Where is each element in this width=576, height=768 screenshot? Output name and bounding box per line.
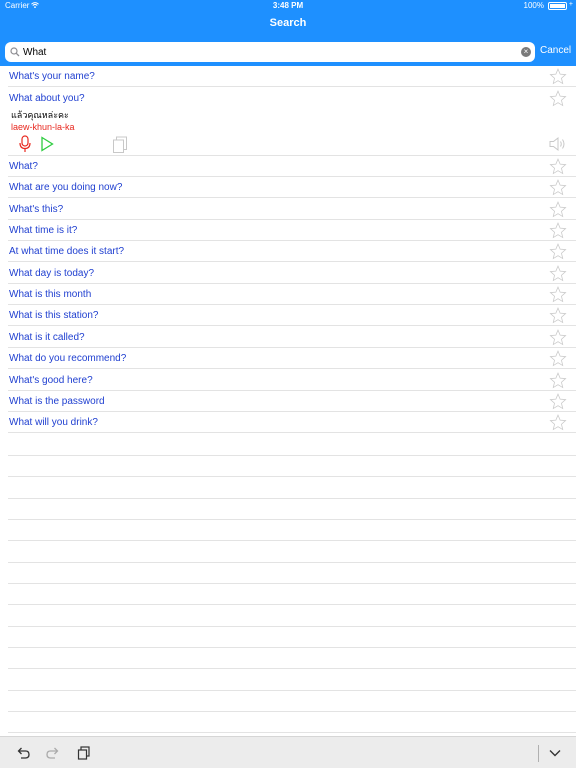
row-separator bbox=[8, 583, 576, 584]
phrase-label: What's good here? bbox=[9, 374, 93, 386]
row-separator bbox=[8, 732, 576, 733]
list-item[interactable]: What is it called? bbox=[0, 327, 576, 348]
phrase-label: At what time does it start? bbox=[9, 246, 125, 258]
undo-icon[interactable] bbox=[15, 745, 31, 761]
romanization: laew-khun-la-ka bbox=[11, 122, 75, 132]
play-icon[interactable] bbox=[40, 136, 54, 152]
row-separator bbox=[8, 604, 576, 605]
list-item[interactable]: What are you doing now? bbox=[0, 177, 576, 199]
favorite-star-icon[interactable] bbox=[549, 68, 567, 85]
favorite-star-icon[interactable] bbox=[549, 264, 567, 282]
list-item[interactable]: What will you drink? bbox=[0, 412, 576, 434]
row-separator bbox=[8, 476, 576, 477]
battery-icon bbox=[548, 2, 567, 10]
favorite-star-icon[interactable] bbox=[549, 179, 567, 196]
list-item[interactable]: What's your name? bbox=[0, 66, 576, 87]
status-time: 3:48 PM bbox=[272, 1, 304, 10]
search-input[interactable] bbox=[23, 44, 513, 60]
list-item[interactable]: What day is today? bbox=[0, 263, 576, 284]
favorite-star-icon[interactable] bbox=[549, 90, 567, 107]
phrase-label: What about you? bbox=[9, 93, 85, 104]
phrase-label: What is the password bbox=[9, 395, 105, 407]
row-separator bbox=[8, 519, 576, 520]
thai-translation: แล้วคุณหล่ะคะ bbox=[11, 110, 69, 120]
list-item[interactable]: What's good here? bbox=[0, 370, 576, 391]
row-separator bbox=[8, 562, 576, 563]
charging-icon: + bbox=[568, 1, 573, 8]
list-item[interactable]: At what time does it start? bbox=[0, 241, 576, 263]
row-separator bbox=[8, 498, 576, 499]
list-item[interactable]: What's this? bbox=[0, 199, 576, 220]
cancel-button[interactable]: Cancel bbox=[540, 45, 571, 56]
row-separator bbox=[8, 455, 576, 456]
list-item[interactable]: What is this month bbox=[0, 284, 576, 306]
phrase-label: What is it called? bbox=[9, 331, 85, 343]
keyboard-toolbar bbox=[0, 736, 576, 768]
toolbar-divider bbox=[538, 745, 539, 762]
list-item[interactable]: What is the password bbox=[0, 391, 576, 412]
phrase-label: What's this? bbox=[9, 203, 64, 215]
search-icon bbox=[10, 47, 20, 57]
paste-icon[interactable] bbox=[76, 745, 92, 761]
row-separator bbox=[8, 647, 576, 648]
battery-percent: 100% bbox=[523, 1, 544, 10]
favorite-star-icon[interactable] bbox=[549, 243, 567, 260]
row-separator bbox=[8, 668, 576, 669]
phrase-label: What time is it? bbox=[9, 225, 78, 237]
phrase-label: What day is today? bbox=[9, 267, 95, 279]
redo-icon[interactable] bbox=[45, 745, 61, 761]
status-bar: Carrier 3:48 PM 100% + bbox=[0, 0, 576, 12]
list-item[interactable]: What do you recommend? bbox=[0, 348, 576, 370]
expanded-phrase[interactable]: What about you? แล้วคุณหล่ะคะ laew-khun-… bbox=[0, 88, 576, 156]
row-separator bbox=[8, 711, 576, 712]
favorite-star-icon[interactable] bbox=[549, 286, 567, 303]
list-item[interactable]: What is this station? bbox=[0, 305, 576, 327]
phrase-label: What? bbox=[9, 161, 38, 172]
row-separator bbox=[8, 540, 576, 541]
favorite-star-icon[interactable] bbox=[549, 350, 567, 367]
favorite-star-icon[interactable] bbox=[549, 222, 567, 239]
clear-search-icon[interactable]: × bbox=[521, 47, 531, 57]
phrase-label: What will you drink? bbox=[9, 417, 98, 429]
favorite-star-icon[interactable] bbox=[549, 414, 567, 431]
phrase-label: What do you recommend? bbox=[9, 353, 127, 365]
favorite-star-icon[interactable] bbox=[549, 371, 567, 389]
favorite-star-icon[interactable] bbox=[549, 328, 567, 346]
search-bar: × Cancel bbox=[0, 38, 576, 66]
copy-icon[interactable] bbox=[112, 136, 128, 154]
microphone-icon[interactable] bbox=[18, 135, 32, 153]
phrase-label: What is this station? bbox=[9, 310, 99, 322]
list-item[interactable]: What time is it? bbox=[0, 220, 576, 242]
phrase-label: What's your name? bbox=[9, 71, 95, 82]
phrase-label: What are you doing now? bbox=[9, 182, 123, 194]
favorite-star-icon[interactable] bbox=[549, 393, 567, 410]
search-field[interactable]: × bbox=[5, 42, 535, 62]
page-title: Search bbox=[269, 17, 307, 29]
phrase-label: What is this month bbox=[9, 289, 92, 301]
navigation-bar: Search bbox=[0, 12, 576, 38]
favorite-star-icon[interactable] bbox=[549, 200, 567, 218]
favorite-star-icon[interactable] bbox=[549, 307, 567, 324]
row-separator bbox=[8, 690, 576, 691]
list-item[interactable]: What? bbox=[0, 156, 576, 177]
chevron-down-icon[interactable] bbox=[547, 745, 563, 761]
favorite-star-icon[interactable] bbox=[549, 158, 567, 175]
speaker-icon[interactable] bbox=[548, 136, 568, 152]
row-separator bbox=[8, 626, 576, 627]
